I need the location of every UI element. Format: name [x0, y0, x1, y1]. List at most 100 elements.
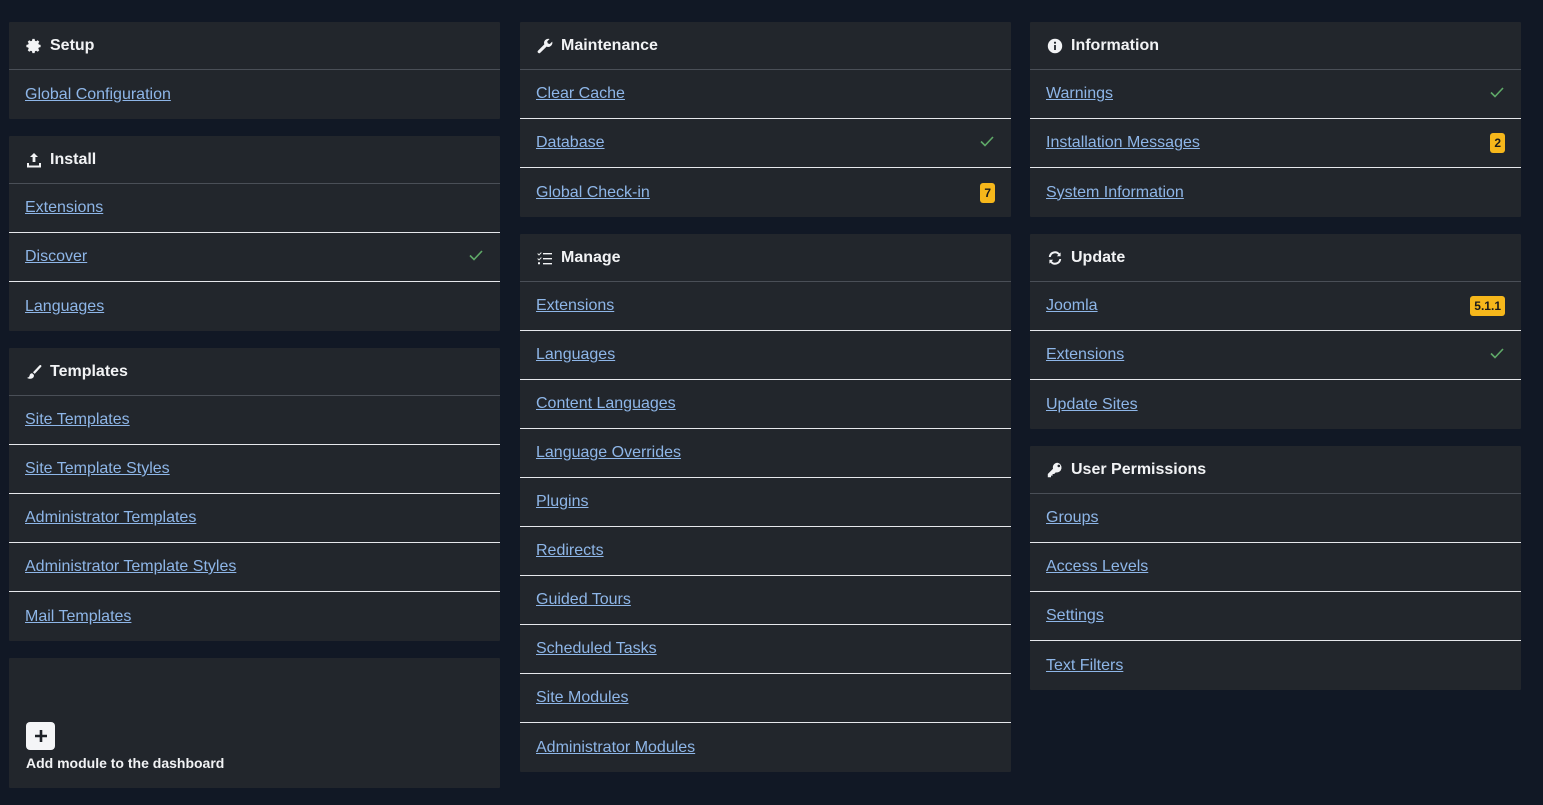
groups-link[interactable]: Groups	[1046, 509, 1098, 527]
list-item[interactable]: Mail Templates	[9, 592, 500, 641]
list-item[interactable]: Clear Cache	[520, 70, 1011, 119]
system-information-link[interactable]: System Information	[1046, 184, 1184, 202]
right-column: Information Warnings Installation Messag…	[1030, 22, 1521, 707]
manage-languages-link[interactable]: Languages	[536, 346, 615, 364]
list-item[interactable]: Access Levels	[1030, 543, 1521, 592]
list-item[interactable]: Joomla 5.1.1	[1030, 282, 1521, 331]
clear-cache-link[interactable]: Clear Cache	[536, 85, 625, 103]
site-modules-link[interactable]: Site Modules	[536, 689, 629, 707]
plus-icon	[34, 730, 47, 742]
list-item[interactable]: Discover	[9, 233, 500, 282]
scheduled-tasks-link[interactable]: Scheduled Tasks	[536, 640, 657, 658]
wrench-icon	[536, 37, 554, 55]
list-item[interactable]: Administrator Modules	[520, 723, 1011, 772]
database-link[interactable]: Database	[536, 134, 605, 152]
installation-messages-link[interactable]: Installation Messages	[1046, 134, 1200, 152]
information-title: Information	[1071, 36, 1159, 54]
site-templates-link[interactable]: Site Templates	[25, 411, 130, 429]
list-item[interactable]: Languages	[520, 331, 1011, 380]
manage-card: Manage Extensions Languages Content Lang…	[520, 234, 1011, 772]
update-header: Update	[1030, 234, 1521, 282]
manage-title: Manage	[561, 248, 621, 266]
content-languages-link[interactable]: Content Languages	[536, 395, 676, 413]
list-item[interactable]: Plugins	[520, 478, 1011, 527]
setup-title: Setup	[50, 36, 95, 54]
checkmark-icon	[468, 247, 484, 268]
administrator-templates-link[interactable]: Administrator Templates	[25, 509, 196, 527]
checklist-icon	[536, 249, 554, 267]
user-permissions-title: User Permissions	[1071, 460, 1207, 478]
list-item[interactable]: Administrator Template Styles	[9, 543, 500, 592]
list-item[interactable]: Site Templates	[9, 396, 500, 445]
discover-link[interactable]: Discover	[25, 248, 87, 266]
add-module-button[interactable]	[26, 722, 55, 750]
key-icon	[1046, 461, 1064, 479]
list-item[interactable]: Redirects	[520, 527, 1011, 576]
list-item[interactable]: Site Template Styles	[9, 445, 500, 494]
joomla-update-link[interactable]: Joomla	[1046, 297, 1098, 315]
maintenance-card: Maintenance Clear Cache Database Global …	[520, 22, 1011, 217]
list-item[interactable]: Administrator Templates	[9, 494, 500, 543]
refresh-icon	[1046, 249, 1064, 267]
language-overrides-link[interactable]: Language Overrides	[536, 444, 681, 462]
information-card: Information Warnings Installation Messag…	[1030, 22, 1521, 217]
list-item[interactable]: Settings	[1030, 592, 1521, 641]
install-languages-link[interactable]: Languages	[25, 298, 104, 316]
list-item[interactable]: Extensions	[9, 184, 500, 233]
manage-header: Manage	[520, 234, 1011, 282]
list-item[interactable]: Installation Messages 2	[1030, 119, 1521, 168]
global-configuration-link[interactable]: Global Configuration	[25, 86, 171, 104]
settings-link[interactable]: Settings	[1046, 607, 1104, 625]
text-filters-link[interactable]: Text Filters	[1046, 657, 1123, 675]
warnings-link[interactable]: Warnings	[1046, 85, 1113, 103]
list-item[interactable]: Guided Tours	[520, 576, 1011, 625]
list-item[interactable]: Extensions	[1030, 331, 1521, 380]
setup-header: Setup	[9, 22, 500, 70]
list-item[interactable]: Extensions	[520, 282, 1011, 331]
list-item[interactable]: Language Overrides	[520, 429, 1011, 478]
left-column: Setup Global Configuration Install Exten…	[9, 22, 500, 805]
list-item[interactable]: Global Check-in 7	[520, 168, 1011, 217]
redirects-link[interactable]: Redirects	[536, 542, 604, 560]
mail-templates-link[interactable]: Mail Templates	[25, 608, 131, 626]
list-item[interactable]: System Information	[1030, 168, 1521, 217]
templates-card: Templates Site Templates Site Template S…	[9, 348, 500, 641]
global-checkin-link[interactable]: Global Check-in	[536, 184, 650, 202]
list-item[interactable]: Groups	[1030, 494, 1521, 543]
plugins-link[interactable]: Plugins	[536, 493, 588, 511]
list-item[interactable]: Database	[520, 119, 1011, 168]
add-module-label: Add module to the dashboard	[26, 755, 225, 771]
list-item[interactable]: Content Languages	[520, 380, 1011, 429]
list-item[interactable]: Warnings	[1030, 70, 1521, 119]
templates-title: Templates	[50, 362, 128, 380]
checkmark-icon	[1489, 345, 1505, 366]
manage-extensions-link[interactable]: Extensions	[536, 297, 614, 315]
add-module-card: Add module to the dashboard	[9, 658, 500, 788]
list-item[interactable]: Languages	[9, 282, 500, 331]
list-item[interactable]: Site Modules	[520, 674, 1011, 723]
administrator-template-styles-link[interactable]: Administrator Template Styles	[25, 558, 236, 576]
access-levels-link[interactable]: Access Levels	[1046, 558, 1148, 576]
install-title: Install	[50, 150, 97, 168]
update-card: Update Joomla 5.1.1 Extensions Update Si…	[1030, 234, 1521, 429]
site-template-styles-link[interactable]: Site Template Styles	[25, 460, 170, 478]
guided-tours-link[interactable]: Guided Tours	[536, 591, 631, 609]
templates-header: Templates	[9, 348, 500, 396]
upload-icon	[25, 151, 43, 169]
update-sites-link[interactable]: Update Sites	[1046, 396, 1138, 414]
installation-messages-badge: 2	[1490, 133, 1505, 153]
update-extensions-link[interactable]: Extensions	[1046, 346, 1124, 364]
maintenance-title: Maintenance	[561, 36, 658, 54]
user-permissions-header: User Permissions	[1030, 446, 1521, 494]
install-extensions-link[interactable]: Extensions	[25, 199, 103, 217]
list-item[interactable]: Update Sites	[1030, 380, 1521, 429]
list-item[interactable]: Global Configuration	[9, 70, 500, 119]
info-icon	[1046, 37, 1064, 55]
list-item[interactable]: Scheduled Tasks	[520, 625, 1011, 674]
maintenance-header: Maintenance	[520, 22, 1011, 70]
setup-card: Setup Global Configuration	[9, 22, 500, 119]
administrator-modules-link[interactable]: Administrator Modules	[536, 739, 695, 757]
list-item[interactable]: Text Filters	[1030, 641, 1521, 690]
checkmark-icon	[979, 133, 995, 154]
update-title: Update	[1071, 248, 1126, 266]
